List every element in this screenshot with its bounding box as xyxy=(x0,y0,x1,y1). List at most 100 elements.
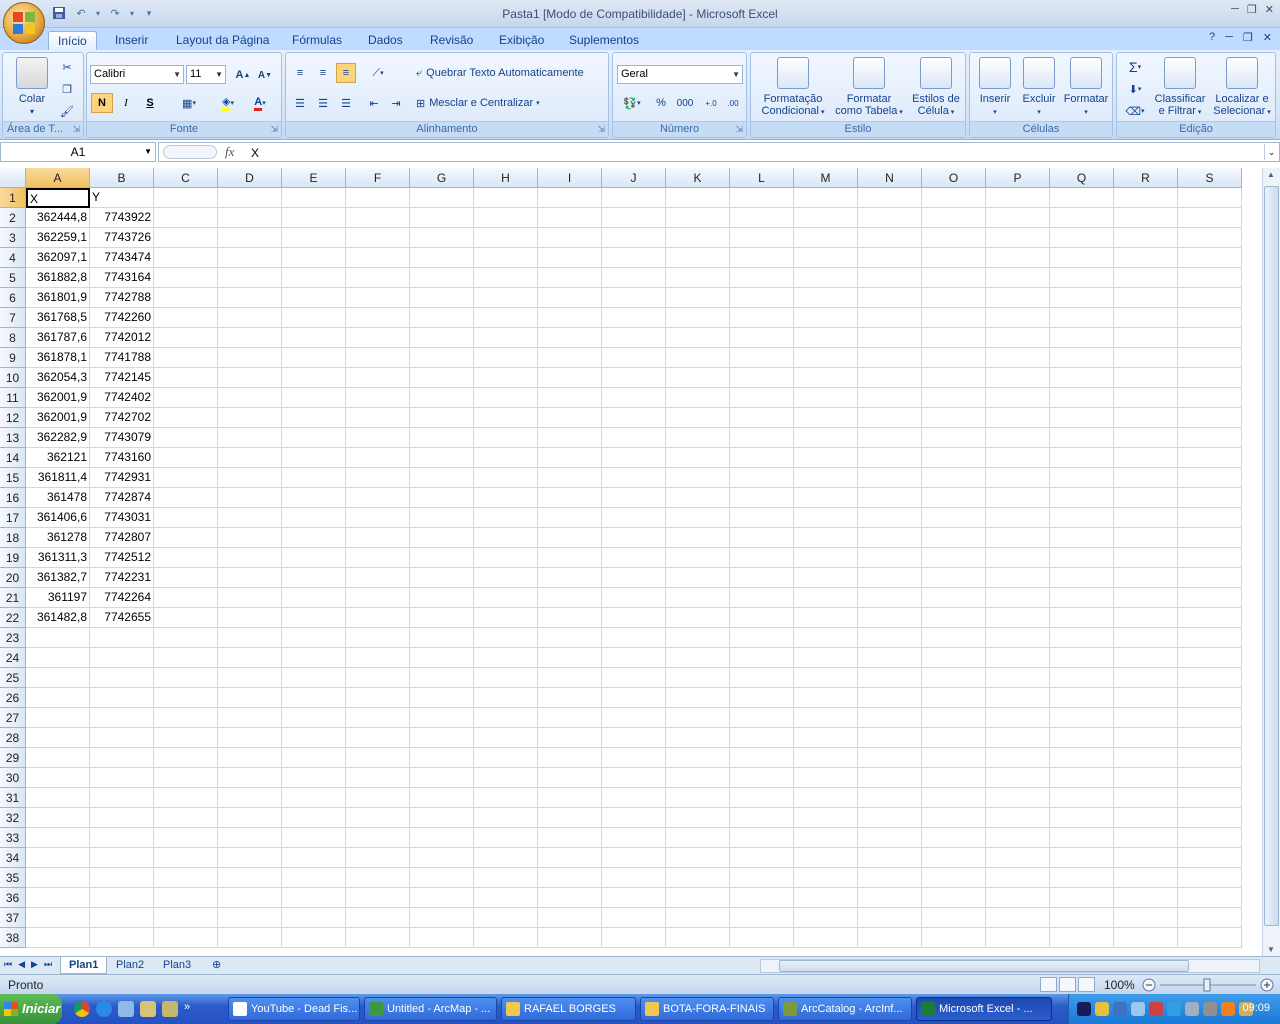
cell[interactable] xyxy=(922,588,986,608)
cell[interactable] xyxy=(538,228,602,248)
cell[interactable] xyxy=(154,628,218,648)
cell[interactable] xyxy=(986,788,1050,808)
cell[interactable] xyxy=(410,908,474,928)
cell[interactable] xyxy=(346,388,410,408)
cell-y[interactable]: 7743474 xyxy=(90,248,154,268)
cell[interactable] xyxy=(346,888,410,908)
cell[interactable] xyxy=(154,728,218,748)
cell[interactable] xyxy=(26,928,90,948)
cell[interactable] xyxy=(26,648,90,668)
cell[interactable] xyxy=(1178,868,1242,888)
row-header[interactable]: 2 xyxy=(0,208,26,228)
cell[interactable] xyxy=(1050,228,1114,248)
cell[interactable] xyxy=(858,808,922,828)
cell[interactable] xyxy=(218,368,282,388)
cell[interactable] xyxy=(1178,228,1242,248)
cell[interactable] xyxy=(858,428,922,448)
cell[interactable] xyxy=(858,448,922,468)
cell[interactable] xyxy=(346,288,410,308)
cell[interactable] xyxy=(538,668,602,688)
cell[interactable] xyxy=(922,608,986,628)
cell[interactable] xyxy=(154,608,218,628)
cell[interactable] xyxy=(986,668,1050,688)
cell[interactable] xyxy=(90,788,154,808)
cell[interactable] xyxy=(154,388,218,408)
cell[interactable] xyxy=(410,768,474,788)
cell[interactable] xyxy=(218,708,282,728)
cell[interactable] xyxy=(1050,388,1114,408)
cell[interactable] xyxy=(922,688,986,708)
cell-x[interactable]: 362001,9 xyxy=(26,408,90,428)
cell[interactable] xyxy=(1050,268,1114,288)
autosum-icon[interactable]: Σ ▾ xyxy=(1121,57,1149,77)
cell[interactable] xyxy=(218,648,282,668)
row-header[interactable]: 24 xyxy=(0,648,26,668)
header-cell-b[interactable]: Y xyxy=(90,188,154,208)
first-sheet-icon[interactable]: ⏮ xyxy=(4,959,12,970)
cell[interactable] xyxy=(858,888,922,908)
row-header[interactable]: 12 xyxy=(0,408,26,428)
cell[interactable] xyxy=(282,548,346,568)
cell[interactable] xyxy=(474,188,538,208)
cell[interactable] xyxy=(730,928,794,948)
cell[interactable] xyxy=(666,648,730,668)
cell[interactable] xyxy=(282,428,346,448)
cell[interactable] xyxy=(154,348,218,368)
cell[interactable] xyxy=(922,888,986,908)
align-bottom-icon[interactable]: ≡ xyxy=(336,63,356,83)
cell[interactable] xyxy=(346,868,410,888)
cell[interactable] xyxy=(922,528,986,548)
cell[interactable] xyxy=(1178,608,1242,628)
clear-icon[interactable]: ⌫ ▾ xyxy=(1121,101,1149,121)
cell[interactable] xyxy=(602,768,666,788)
cell[interactable] xyxy=(346,828,410,848)
cell[interactable] xyxy=(218,388,282,408)
cell[interactable] xyxy=(1114,588,1178,608)
cell[interactable] xyxy=(986,628,1050,648)
cell[interactable] xyxy=(602,348,666,368)
cell[interactable] xyxy=(1178,528,1242,548)
cell[interactable] xyxy=(538,428,602,448)
cell[interactable] xyxy=(282,248,346,268)
cell[interactable] xyxy=(986,848,1050,868)
cell[interactable] xyxy=(986,368,1050,388)
cell[interactable] xyxy=(602,868,666,888)
cell[interactable] xyxy=(794,348,858,368)
taskbar-button[interactable]: Microsoft Excel - ... xyxy=(916,997,1052,1021)
cell[interactable] xyxy=(1178,328,1242,348)
row-header[interactable]: 10 xyxy=(0,368,26,388)
cell[interactable] xyxy=(218,188,282,208)
cell[interactable] xyxy=(1114,388,1178,408)
cell[interactable] xyxy=(794,328,858,348)
cell[interactable] xyxy=(218,588,282,608)
tab-formulas[interactable]: Fórmulas xyxy=(283,31,351,50)
app-icon-1[interactable] xyxy=(118,1001,134,1017)
cell[interactable] xyxy=(474,808,538,828)
cell[interactable] xyxy=(986,688,1050,708)
cell[interactable] xyxy=(1114,748,1178,768)
prev-sheet-icon[interactable]: ◀ xyxy=(18,959,25,970)
cell[interactable] xyxy=(26,868,90,888)
cell[interactable] xyxy=(154,668,218,688)
cell[interactable] xyxy=(1050,868,1114,888)
cell[interactable] xyxy=(922,488,986,508)
cell-x[interactable]: 361811,4 xyxy=(26,468,90,488)
row-header[interactable]: 33 xyxy=(0,828,26,848)
cell[interactable] xyxy=(474,908,538,928)
cell[interactable] xyxy=(602,428,666,448)
cell[interactable] xyxy=(410,348,474,368)
cell[interactable] xyxy=(218,688,282,708)
cell[interactable] xyxy=(154,308,218,328)
number-format-select[interactable]: Geral ▼ xyxy=(617,65,743,84)
cell[interactable] xyxy=(218,508,282,528)
cell[interactable] xyxy=(282,608,346,628)
cell[interactable] xyxy=(218,808,282,828)
cell[interactable] xyxy=(538,568,602,588)
cell[interactable] xyxy=(858,908,922,928)
cell[interactable] xyxy=(730,608,794,628)
normal-view-icon[interactable] xyxy=(1040,977,1057,992)
cell[interactable] xyxy=(282,528,346,548)
fill-color-icon[interactable]: ◈ ▾ xyxy=(213,93,243,113)
cell[interactable] xyxy=(282,368,346,388)
cell[interactable] xyxy=(922,248,986,268)
